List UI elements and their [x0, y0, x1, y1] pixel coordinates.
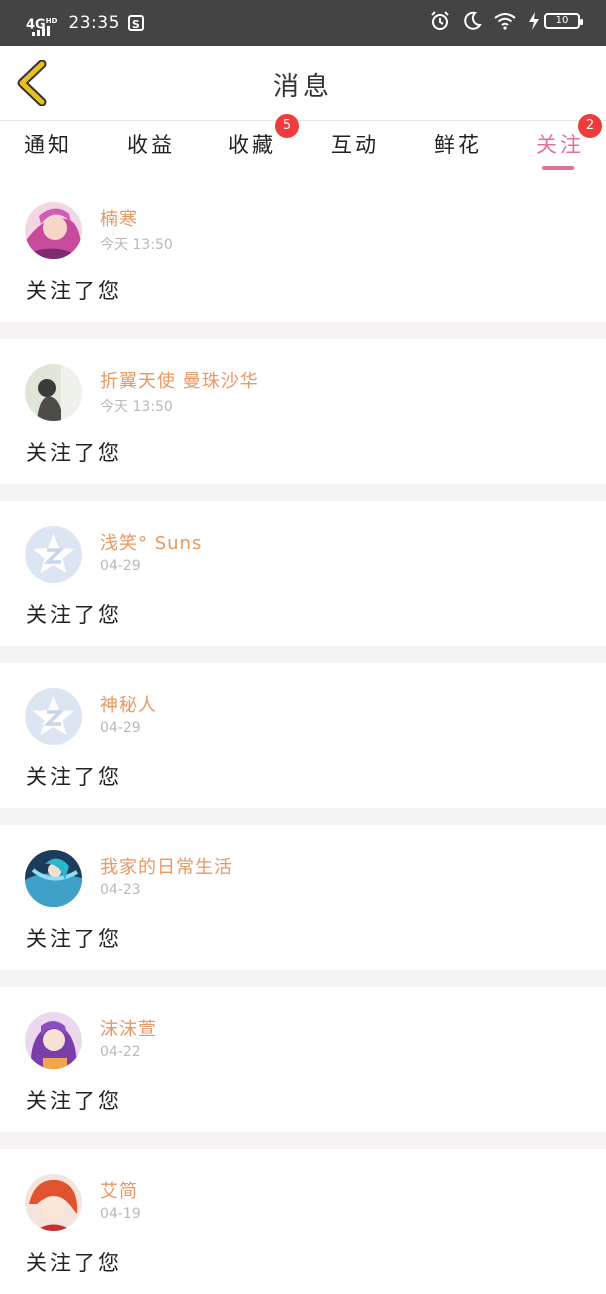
- status-time: 23:35: [68, 13, 120, 33]
- avatar[interactable]: [25, 688, 82, 745]
- tab-follows[interactable]: 关注: [536, 129, 584, 159]
- avatar[interactable]: [25, 526, 82, 583]
- wifi-icon: [494, 13, 516, 30]
- follows-badge: 2: [578, 114, 602, 138]
- tab-interactions[interactable]: 互动: [331, 129, 379, 159]
- timestamp: 04-19: [100, 1206, 141, 1222]
- user-name[interactable]: 折翼天使 曼珠沙华: [100, 367, 259, 393]
- timestamp: 今天 13:50: [100, 399, 173, 415]
- timestamp: 04-22: [100, 1044, 141, 1060]
- list-item[interactable]: 我家的日常生活 04-23 关注了您: [0, 825, 606, 970]
- list-item[interactable]: 楠寒 今天 13:50 关注了您: [0, 177, 606, 322]
- avatar[interactable]: [25, 364, 82, 421]
- tab-notifications[interactable]: 通知: [24, 129, 72, 159]
- follow-list: 楠寒 今天 13:50 关注了您 折翼天使 曼珠沙华 今天 13:50 关注了您…: [0, 177, 606, 1294]
- user-name[interactable]: 神秘人: [100, 691, 157, 717]
- divider: [0, 646, 606, 663]
- timestamp: 04-23: [100, 882, 141, 898]
- signal-icon: [32, 26, 51, 36]
- list-item[interactable]: 浅笑° Suns 04-29 关注了您: [0, 501, 606, 646]
- timestamp: 04-29: [100, 720, 141, 736]
- tab-bar: 通知 收益 收藏 5 互动 鲜花 关注 2: [0, 114, 606, 177]
- avatar[interactable]: [25, 1012, 82, 1069]
- user-name[interactable]: 沫沫萱: [100, 1015, 157, 1041]
- user-name[interactable]: 楠寒: [100, 205, 138, 231]
- charging-icon: [529, 12, 539, 30]
- user-name[interactable]: 艾简: [100, 1177, 138, 1203]
- message-text: 关注了您: [26, 765, 122, 789]
- list-item[interactable]: 艾简 04-19 关注了您: [0, 1149, 606, 1294]
- message-text: 关注了您: [26, 441, 122, 465]
- moon-icon: [464, 11, 482, 30]
- app-notification-icon: S: [127, 15, 144, 31]
- tab-earnings[interactable]: 收益: [127, 129, 175, 159]
- message-text: 关注了您: [26, 1089, 122, 1113]
- list-item[interactable]: 折翼天使 曼珠沙华 今天 13:50 关注了您: [0, 339, 606, 484]
- avatar[interactable]: [25, 1174, 82, 1231]
- avatar[interactable]: [25, 850, 82, 907]
- message-text: 关注了您: [26, 927, 122, 951]
- list-item[interactable]: 沫沫萱 04-22 关注了您: [0, 987, 606, 1132]
- timestamp: 今天 13:50: [100, 237, 173, 253]
- active-tab-indicator: [542, 166, 574, 170]
- timestamp: 04-29: [100, 558, 141, 574]
- tab-favorites[interactable]: 收藏: [228, 129, 276, 159]
- avatar[interactable]: [25, 202, 82, 259]
- list-item[interactable]: 神秘人 04-29 关注了您: [0, 663, 606, 808]
- divider: [0, 970, 606, 987]
- battery-icon: 10: [544, 13, 583, 29]
- divider: [0, 808, 606, 825]
- divider: [0, 322, 606, 339]
- favorites-badge: 5: [275, 114, 299, 138]
- alarm-icon: [431, 11, 449, 30]
- message-text: 关注了您: [26, 1251, 122, 1275]
- message-text: 关注了您: [26, 279, 122, 303]
- message-text: 关注了您: [26, 603, 122, 627]
- user-name[interactable]: 浅笑° Suns: [100, 529, 202, 555]
- user-name[interactable]: 我家的日常生活: [100, 853, 233, 879]
- page-title: 消息: [272, 72, 333, 102]
- tab-flowers[interactable]: 鲜花: [434, 129, 482, 159]
- divider: [0, 484, 606, 501]
- divider: [0, 1132, 606, 1149]
- header: 消息: [0, 46, 606, 121]
- status-bar: 4GHD 23:35 S 10: [0, 0, 606, 46]
